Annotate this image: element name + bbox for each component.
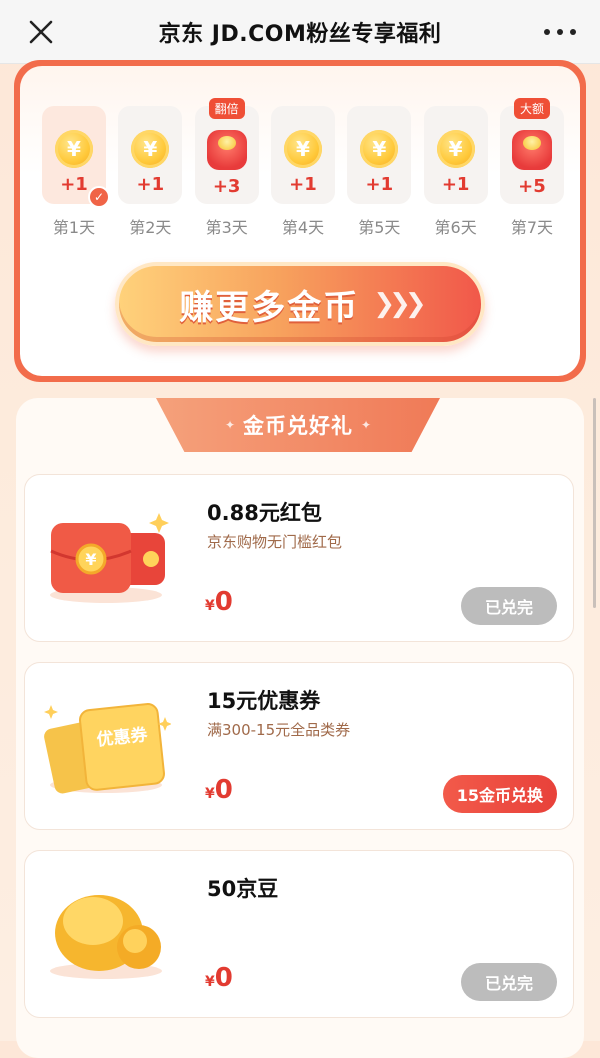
more-icon[interactable]: [544, 22, 578, 42]
day-reward: +1: [365, 174, 394, 195]
signin-day-7[interactable]: 大额 +5 第7天: [499, 98, 564, 238]
price-value: 0: [214, 963, 233, 993]
item-price: ¥0: [205, 587, 233, 617]
signin-day-4[interactable]: ¥ +1 第4天: [270, 106, 335, 238]
item-title: 50京豆: [207, 877, 279, 901]
price-value: 0: [214, 775, 233, 805]
reward-item[interactable]: ¥ 0.88元红包 京东购物无门槛红包 ¥0 已兑完: [24, 474, 574, 642]
day-reward: +1: [289, 174, 317, 195]
day-box: ¥ +1: [423, 106, 488, 204]
day-box: 翻倍 +3: [194, 98, 259, 204]
nav-bar: 京东 JD.COM粉丝专享福利: [0, 0, 600, 64]
section-title: 金币兑好礼: [243, 414, 353, 438]
coin-icon: ¥: [360, 130, 399, 168]
sold-out-button[interactable]: 已兑完: [461, 587, 557, 625]
currency-symbol: ¥: [205, 786, 215, 802]
item-subtitle: 满300-15元全品类券: [207, 721, 351, 739]
price-value: 0: [214, 587, 233, 617]
signin-day-1[interactable]: ¥ +1 ✓ 第1天: [42, 106, 110, 238]
day-box: 大额 +5: [499, 98, 564, 204]
day-reward: +1: [136, 174, 165, 195]
day-label: 第3天: [205, 218, 248, 237]
sold-out-button[interactable]: 已兑完: [461, 963, 557, 1001]
double-badge: 翻倍: [208, 98, 245, 119]
page-title: 京东 JD.COM粉丝专享福利: [158, 21, 442, 47]
signin-day-6[interactable]: ¥ +1 第6天: [423, 106, 488, 238]
day-reward: +5: [518, 176, 546, 197]
big-reward-badge: 大额: [513, 98, 550, 119]
day-label: 第1天: [52, 218, 96, 237]
coin-symbol: ¥: [67, 137, 81, 161]
red-envelope-icon: [206, 130, 247, 170]
earn-button-label: 赚更多金币: [179, 287, 360, 328]
coin-icon: ¥: [55, 130, 93, 168]
section-header: ✦ 金币兑好礼 ✦: [156, 398, 440, 452]
day-box: ¥ +1 ✓: [42, 106, 110, 208]
currency-symbol: ¥: [205, 974, 215, 990]
coin-icon: ¥: [283, 130, 322, 168]
sparkle-icon: ✦: [224, 418, 235, 432]
reward-item[interactable]: 优惠券 15元优惠券 满300-15元全品类券 ¥0 15金币兑换: [24, 662, 574, 830]
scrollbar[interactable]: [593, 398, 596, 608]
day-box: ¥ +1: [270, 106, 335, 204]
coin-symbol: ¥: [372, 137, 387, 161]
svg-text:¥: ¥: [85, 550, 96, 569]
coin-symbol: ¥: [296, 137, 310, 161]
day-box: ¥ +1: [118, 106, 183, 204]
earn-more-coins-button[interactable]: 赚更多金币 ❯❯❯: [115, 262, 485, 346]
currency-symbol: ¥: [205, 598, 215, 614]
day-reward: +1: [60, 174, 88, 195]
coin-symbol: ¥: [448, 137, 463, 161]
coupon-icon: 优惠券: [44, 703, 171, 794]
day-label: 第5天: [358, 218, 401, 237]
day-label: 第6天: [434, 218, 477, 237]
signin-day-5[interactable]: ¥ +1 第5天: [347, 106, 412, 238]
jd-bean-icon: [50, 895, 162, 979]
signin-day-3[interactable]: 翻倍 +3 第3天: [194, 98, 259, 238]
coin-icon: ¥: [436, 130, 475, 168]
coin-symbol: ¥: [143, 137, 158, 161]
redeem-button[interactable]: 15金币兑换: [442, 775, 557, 813]
item-title: 0.88元红包: [207, 501, 322, 525]
signin-panel: ¥ +1 ✓ 第1天 ¥ +1 第2天 翻倍 +3 第3天 ¥ +1 第4天 ¥…: [20, 66, 580, 376]
item-price: ¥0: [205, 775, 233, 805]
red-envelope-icon: [511, 130, 552, 170]
arrow-right-icon: ❯❯❯: [373, 289, 426, 319]
day-label: 第7天: [510, 218, 554, 237]
item-title: 15元优惠券: [207, 689, 321, 713]
item-price: ¥0: [205, 963, 233, 993]
sparkle-icon: ✦: [361, 418, 372, 432]
day-box: ¥ +1: [347, 106, 412, 204]
reward-item[interactable]: 50京豆 ¥0 已兑完: [24, 850, 574, 1018]
close-icon[interactable]: [26, 17, 56, 47]
signin-day-2[interactable]: ¥ +1 第2天: [118, 106, 183, 238]
red-envelope-icon: ¥: [50, 513, 169, 603]
day-reward: +3: [212, 176, 241, 197]
checked-icon: ✓: [88, 186, 110, 208]
day-label: 第2天: [129, 218, 172, 237]
signin-card: ¥ +1 ✓ 第1天 ¥ +1 第2天 翻倍 +3 第3天 ¥ +1 第4天 ¥…: [14, 60, 586, 382]
exchange-section: ✦ 金币兑好礼 ✦ ¥ 0.88元红包 京东购物无门槛红包 ¥0 已兑完 优惠券: [16, 398, 584, 1058]
day-label: 第4天: [281, 218, 325, 237]
item-subtitle: 京东购物无门槛红包: [207, 533, 343, 551]
day-reward: +1: [441, 174, 470, 195]
coin-icon: ¥: [131, 130, 170, 168]
signin-days: ¥ +1 ✓ 第1天 ¥ +1 第2天 翻倍 +3 第3天 ¥ +1 第4天 ¥…: [42, 98, 564, 238]
